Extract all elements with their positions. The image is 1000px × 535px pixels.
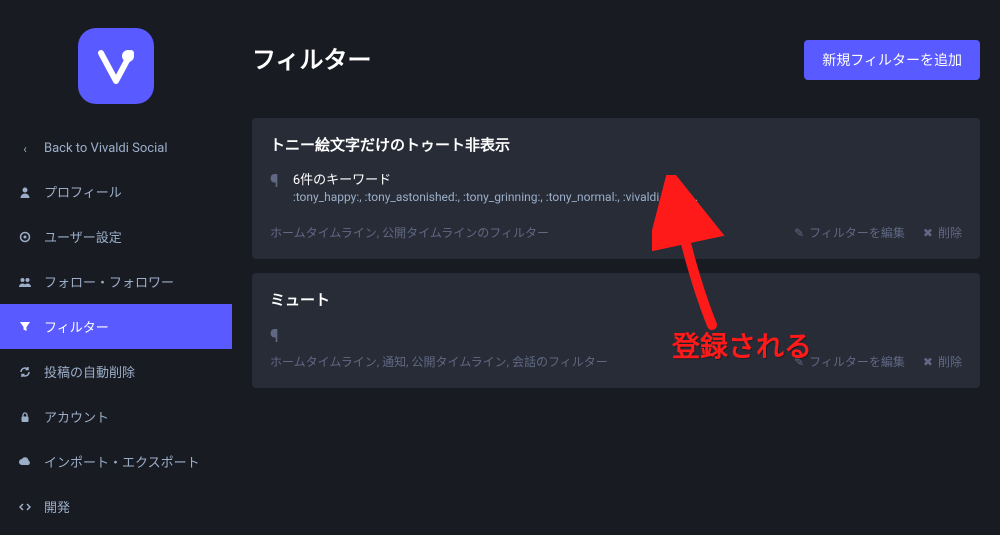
edit-label: フィルターを編集 [809,224,905,241]
sidebar-item-filters[interactable]: フィルター [0,304,232,349]
nav-label: アカウント [44,407,109,426]
page-header: フィルター 新規フィルターを追加 [252,40,980,80]
close-icon: ✖ [923,226,933,240]
nav-label: ユーザー設定 [44,227,122,246]
nav: ‹ Back to Vivaldi Social プロフィール ユーザー設定 フ… [0,128,232,529]
filter-body: ¶ 6件のキーワード :tony_happy:, :tony_astonishe… [270,169,962,218]
chevron-left-icon: ‹ [18,142,32,156]
filter-contexts: ホームタイムライン, 公開タイムラインのフィルター [270,224,794,241]
filter-card: トニー絵文字だけのトゥート非表示 ¶ 6件のキーワード :tony_happy:… [252,118,980,259]
delete-filter-link[interactable]: ✖ 削除 [923,353,962,370]
code-icon [18,500,32,514]
filter-card: ミュート ¶ ホームタイムライン, 通知, 公開タイムライン, 会話のフィルター… [252,273,980,388]
refresh-icon [18,365,32,379]
close-icon: ✖ [923,355,933,369]
cloud-icon [18,455,32,469]
filter-actions: ✎ フィルターを編集 ✖ 削除 [794,353,962,370]
annotation-text: 登録される [672,325,812,365]
logo-wrap [0,0,232,128]
sidebar-item-preferences[interactable]: ユーザー設定 [0,214,232,259]
sidebar-item-follows[interactable]: フォロー・フォロワー [0,259,232,304]
filter-title: トニー絵文字だけのトゥート非表示 [270,134,962,155]
pencil-icon: ✎ [794,226,804,240]
filter-icon [18,320,32,334]
delete-filter-link[interactable]: ✖ 削除 [923,224,962,241]
people-icon [18,275,32,289]
lock-icon [18,410,32,424]
delete-label: 削除 [938,353,962,370]
sidebar: ‹ Back to Vivaldi Social プロフィール ユーザー設定 フ… [0,0,232,535]
vivaldi-logo-icon [93,43,139,89]
filter-footer: ホームタイムライン, 通知, 公開タイムライン, 会話のフィルター ✎ フィルタ… [270,353,962,370]
new-filter-button[interactable]: 新規フィルターを追加 [804,40,980,80]
back-to-vivaldi[interactable]: ‹ Back to Vivaldi Social [0,128,232,169]
vivaldi-logo[interactable] [78,28,154,104]
sidebar-item-autodelete[interactable]: 投稿の自動削除 [0,349,232,394]
filter-title: ミュート [270,289,962,310]
main-content: フィルター 新規フィルターを追加 トニー絵文字だけのトゥート非表示 ¶ 6件のキ… [232,0,1000,535]
pilcrow-icon: ¶ [270,171,279,192]
nav-label: 開発 [44,497,70,516]
gear-icon [18,230,32,244]
pilcrow-icon: ¶ [270,326,279,347]
edit-label: フィルターを編集 [809,353,905,370]
sidebar-item-import-export[interactable]: インポート・エクスポート [0,439,232,484]
nav-label: フィルター [44,317,109,336]
page-title: フィルター [252,40,372,75]
nav-label: フォロー・フォロワー [44,272,174,291]
filter-body: ¶ [270,324,962,347]
filter-actions: ✎ フィルターを編集 ✖ 削除 [794,224,962,241]
sidebar-item-development[interactable]: 開発 [0,484,232,529]
nav-label: インポート・エクスポート [44,452,200,471]
keyword-list: :tony_happy:, :tony_astonished:, :tony_g… [293,190,962,204]
sidebar-item-account[interactable]: アカウント [0,394,232,439]
user-icon [18,185,32,199]
nav-label: 投稿の自動削除 [44,362,135,381]
nav-label: プロフィール [44,182,122,201]
filter-footer: ホームタイムライン, 公開タイムラインのフィルター ✎ フィルターを編集 ✖ 削… [270,224,962,241]
sidebar-item-profile[interactable]: プロフィール [0,169,232,214]
filter-meta: 6件のキーワード :tony_happy:, :tony_astonished:… [293,169,962,218]
nav-label: Back to Vivaldi Social [44,141,167,156]
keyword-count: 6件のキーワード [293,169,962,188]
delete-label: 削除 [938,224,962,241]
edit-filter-link[interactable]: ✎ フィルターを編集 [794,224,905,241]
